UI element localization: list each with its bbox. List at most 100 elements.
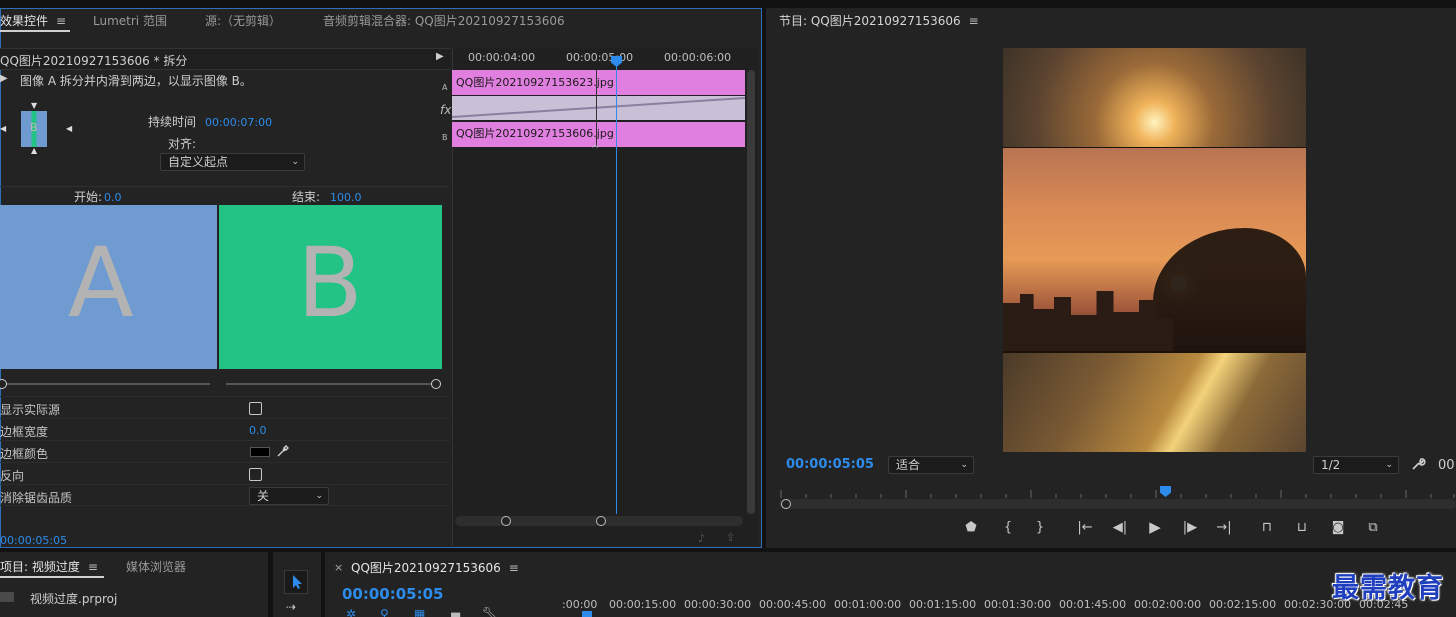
thumbnail-left-arrow-icon[interactable]: ◀	[0, 124, 6, 133]
timeline-playhead[interactable]	[582, 611, 592, 617]
tab-audio-clip-mixer[interactable]: 音频剪辑混合器: QQ图片20210927153606	[323, 12, 565, 29]
linked-selection-icon[interactable]: ⚲	[380, 607, 389, 617]
menu-icon[interactable]: ≡	[969, 14, 979, 28]
active-tab-underline	[0, 576, 104, 578]
go-to-out-icon[interactable]: →|	[1215, 520, 1233, 535]
close-sequence-icon[interactable]: ×	[334, 561, 343, 574]
ruler-tick: 00:00:45:00	[759, 598, 827, 611]
tab-lumetri-scopes[interactable]: Lumetri 范围	[93, 12, 167, 29]
end-slider[interactable]	[226, 378, 442, 390]
menu-icon[interactable]: ≡	[509, 561, 519, 575]
transition-description: 图像 A 拆分并内滑到两边，以显示图像 B。	[20, 74, 252, 88]
track-select-tool-icon[interactable]: ⇢	[286, 600, 296, 614]
transition-diagonal-line	[452, 97, 745, 118]
tab-source[interactable]: 源:（无剪辑）	[205, 12, 281, 29]
export-icon[interactable]: ⇪	[726, 531, 735, 544]
preview-b: B	[219, 205, 442, 369]
video-tree-silhouette	[1153, 228, 1306, 351]
video-bottom-strip	[1003, 353, 1306, 452]
mark-out-icon[interactable]: }	[1031, 520, 1049, 535]
audio-icon[interactable]: ♪	[698, 532, 705, 545]
reverse-checkbox[interactable]	[249, 468, 262, 481]
anti-aliasing-dropdown[interactable]: 关 ⌄	[249, 487, 329, 505]
program-zoom-scrollbar[interactable]	[779, 499, 1456, 509]
border-color-swatch[interactable]	[250, 447, 270, 457]
track-fx-label: fx	[440, 103, 452, 117]
program-ruler[interactable]	[779, 486, 1456, 498]
extract-icon[interactable]: ⊔	[1293, 520, 1311, 535]
chevron-down-icon: ⌄	[1385, 460, 1393, 470]
menu-icon[interactable]: ≡	[88, 560, 98, 574]
resolution-value: 1/2	[1321, 458, 1341, 472]
border-width-value[interactable]: 0.0	[249, 424, 267, 437]
clip-a[interactable]: QQ图片20210927153623.jpg	[452, 70, 745, 95]
property-label: 消除锯齿品质	[0, 491, 73, 505]
add-marker-timeline-icon[interactable]: ▦	[414, 607, 425, 617]
chevron-down-icon: ⌄	[960, 460, 968, 470]
start-slider[interactable]	[0, 378, 212, 390]
scroll-handle-left[interactable]	[781, 499, 791, 509]
slider-handle[interactable]	[0, 379, 7, 389]
timeline-timecode[interactable]: 00:00:05:05	[342, 585, 444, 603]
mark-in-icon[interactable]: {	[999, 520, 1017, 535]
divider	[0, 186, 450, 187]
mini-ruler-tick-3: 00:00:06:00	[664, 51, 732, 64]
transition-clip[interactable]	[452, 96, 745, 120]
show-actual-sources-checkbox[interactable]	[249, 402, 262, 415]
effect-current-time[interactable]: 00:00:05:05	[0, 534, 67, 547]
play-transition-icon[interactable]: ▶	[0, 73, 8, 84]
property-show-actual-sources: 显示实际源	[0, 396, 450, 418]
step-forward-icon[interactable]: |▶	[1181, 520, 1199, 535]
program-monitor-title-tab[interactable]: 节目: QQ图片20210927153606 ≡	[779, 12, 979, 29]
settings-wrench-icon[interactable]	[1410, 456, 1426, 475]
export-frame-camera-icon[interactable]: ◙	[1329, 520, 1347, 535]
marker-icon[interactable]: ▬	[450, 607, 461, 617]
timeline-settings-icon[interactable]: 🔧︎	[482, 606, 497, 617]
end-value[interactable]: 100.0	[330, 191, 362, 204]
tab-sequence[interactable]: QQ图片20210927153606 ≡	[351, 559, 519, 576]
tab-project[interactable]: 项目: 视频过度 ≡	[0, 558, 98, 575]
start-label: 开始:	[74, 190, 103, 204]
mini-vertical-scrollbar[interactable]	[747, 70, 755, 514]
comparison-view-icon[interactable]: ⧉	[1364, 520, 1382, 535]
start-value[interactable]: 0.0	[104, 191, 122, 204]
thumbnail-bottom-arrow-icon[interactable]: ▲	[31, 146, 37, 155]
slider-handle[interactable]	[431, 379, 441, 389]
ruler-tick: 00:00:15:00	[609, 598, 677, 611]
tab-media-browser[interactable]: 媒体浏览器	[126, 558, 186, 575]
anti-aliasing-value: 关	[257, 489, 270, 503]
video-middle-strip	[1003, 148, 1306, 351]
thumbnail-right-arrow-icon[interactable]: ◀	[66, 124, 72, 133]
mini-playhead-line	[616, 62, 617, 514]
tab-label: 效果控件	[0, 14, 49, 28]
eyedropper-icon[interactable]	[276, 444, 290, 461]
expand-arrow-icon[interactable]: ▶	[436, 51, 444, 62]
play-icon[interactable]: ▶	[1146, 518, 1164, 536]
align-dropdown[interactable]: 自定义起点 ⌄	[160, 153, 305, 171]
timeline-ruler[interactable]: :00:00 00:00:15:00 00:00:30:00 00:00:45:…	[560, 596, 1440, 617]
scroll-handle-right[interactable]	[596, 516, 606, 526]
program-video-frame	[1003, 48, 1306, 452]
step-back-icon[interactable]: ◀|	[1111, 520, 1129, 535]
program-timecode[interactable]: 00:00:05:05	[786, 457, 874, 472]
property-anti-aliasing-quality: 消除锯齿品质 关 ⌄	[0, 484, 450, 506]
go-to-in-icon[interactable]: |←	[1076, 520, 1094, 535]
property-label: 边框颜色	[0, 447, 49, 461]
duration-label: 持续时间	[148, 115, 197, 129]
scroll-handle-left[interactable]	[501, 516, 511, 526]
fit-dropdown[interactable]: 适合 ⌄	[888, 456, 974, 474]
add-marker-icon[interactable]: ⬟	[962, 520, 980, 535]
thumbnail-top-arrow-icon[interactable]: ▼	[31, 101, 37, 110]
resolution-dropdown[interactable]: 1/2 ⌄	[1313, 456, 1399, 474]
menu-icon[interactable]: ≡	[56, 14, 66, 28]
end-label: 结束:	[292, 190, 321, 204]
watermark-logo: 最需教育	[1332, 573, 1444, 604]
lift-icon[interactable]: ⊓	[1258, 520, 1276, 535]
duration-value[interactable]: 00:00:07:00	[205, 116, 272, 129]
tab-effect-controls[interactable]: 效果控件 ≡	[0, 12, 66, 29]
project-file-icon	[0, 592, 14, 602]
snap-icon[interactable]: ✲	[346, 607, 356, 617]
selection-tool-icon[interactable]	[284, 570, 308, 594]
property-reverse: 反向	[0, 462, 450, 484]
mini-horizontal-scrollbar[interactable]	[455, 516, 743, 526]
